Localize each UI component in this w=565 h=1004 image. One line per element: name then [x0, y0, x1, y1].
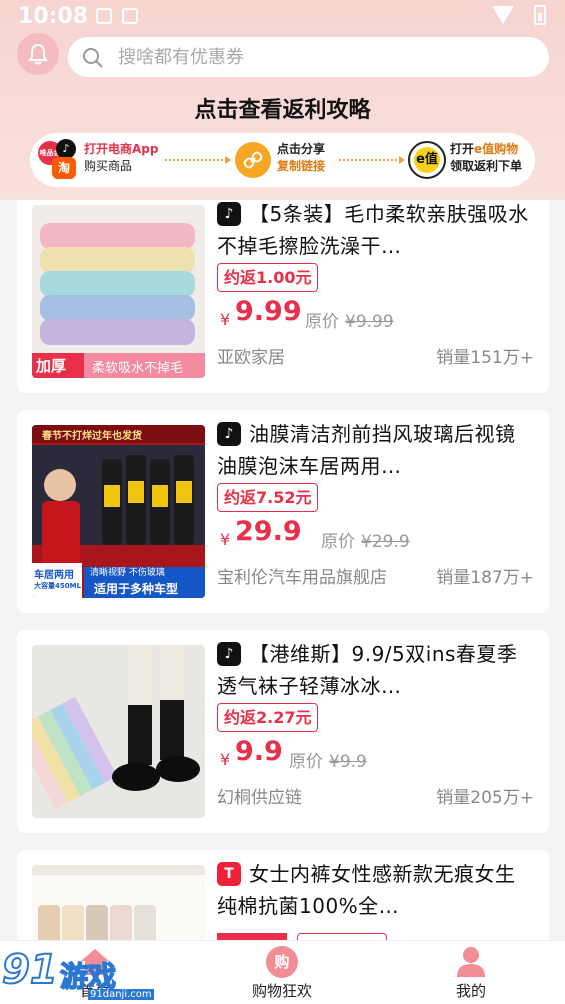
step-arrow	[165, 156, 231, 164]
original-price: 原价 ¥29.9	[321, 532, 410, 552]
step-arrow	[339, 156, 405, 164]
product-card[interactable]: 加厚 柔软吸水不掉毛 ♪ 【5条装】毛巾柔软亲肤强吸水不掉毛擦脸洗澡干… 约返1…	[17, 200, 549, 393]
share-link-icon	[235, 142, 271, 178]
shop-name: 幻桐供应链	[217, 788, 302, 808]
product-image	[32, 645, 205, 818]
guide-step-1: 打开电商App 购买商品	[84, 142, 159, 173]
price-symbol: ¥	[220, 750, 231, 769]
product-image: 加厚 柔软吸水不掉毛	[32, 205, 205, 378]
thumb-tag: 加厚	[36, 357, 67, 375]
a-icon	[122, 8, 138, 24]
search-input[interactable]	[118, 43, 518, 71]
tab-shopping[interactable]: 购 购物狂欢	[222, 941, 342, 1004]
rebate-badge: 约返2.27元	[217, 703, 319, 732]
shop-name: 亚欧家居	[217, 348, 285, 368]
tab-profile[interactable]: 我的	[411, 941, 531, 1004]
product-card[interactable]: T 女士内裤女性感新款无痕女生纯棉抗菌100%全…	[17, 850, 549, 940]
product-price: 29.9	[235, 516, 302, 547]
shopping-apps-icon: 唯品会 ♪ 淘	[38, 139, 80, 181]
message-button[interactable]	[17, 33, 59, 75]
profile-icon	[457, 947, 485, 977]
guide-step-2: 点击分享 复制链接	[277, 142, 326, 173]
price-symbol: ¥	[220, 530, 231, 549]
status-bar: 10:08	[0, 0, 565, 32]
rebate-badge: 约返7.52元	[217, 483, 319, 512]
search-icon	[83, 48, 103, 68]
product-title: 【5条装】毛巾柔软亲肤强吸水不掉毛擦脸洗澡干…	[217, 202, 529, 258]
header: 10:08 点击查看返利攻略 唯品会 ♪ 淘 打开电商App 购买商品	[0, 0, 565, 200]
thumb-tag: 大容量450ML	[34, 582, 82, 590]
product-card[interactable]: 春节不打烊过年也发货 车居两用 大容量450ML 清晰视野 不伤玻璃 适用于多种…	[17, 410, 549, 613]
rebate-guide-bar[interactable]: 唯品会 ♪ 淘 打开电商App 购买商品 点击分享 复制链接 e值 打开e值购物…	[30, 133, 535, 187]
promo-tag	[217, 933, 287, 940]
thumb-tag: 春节不打烊过年也发货	[42, 431, 142, 442]
sales-count: 销量187万+	[436, 568, 534, 588]
ezhi-logo-icon: e值	[408, 141, 446, 179]
product-card[interactable]: ♪ 【港维斯】9.9/5双ins春夏季透气袜子轻薄冰冰… 约返2.27元 ¥ 9…	[17, 630, 549, 833]
thumb-tag: 清晰视野 不伤玻璃	[90, 568, 165, 578]
product-list[interactable]: 加厚 柔软吸水不掉毛 ♪ 【5条装】毛巾柔软亲肤强吸水不掉毛擦脸洗澡干… 约返1…	[0, 200, 565, 940]
original-price: 原价 ¥9.99	[305, 312, 394, 332]
thumb-tag: 车居两用	[34, 570, 74, 581]
product-title: 【港维斯】9.9/5双ins春夏季透气袜子轻薄冰冰…	[217, 642, 518, 698]
rebate-guide-title[interactable]: 点击查看返利攻略	[0, 92, 565, 124]
sales-count: 销量151万+	[436, 348, 534, 368]
watermark-logo: 91 游戏 91danji.com	[1, 946, 154, 1000]
product-price: 9.9	[235, 736, 283, 767]
product-title: 女士内裤女性感新款无痕女生纯棉抗菌100%全…	[217, 862, 516, 918]
product-title: 油膜清洁剂前挡风玻璃后视镜油膜泡沫车居两用…	[217, 422, 516, 478]
shopping-icon: 购	[266, 946, 298, 978]
original-price: 原价 ¥9.9	[289, 752, 367, 772]
rebate-badge: 约返1.00元	[217, 263, 319, 292]
product-image: 春节不打烊过年也发货 车居两用 大容量450ML 清晰视野 不伤玻璃 适用于多种…	[32, 425, 205, 598]
thumb-tag: 柔软吸水不掉毛	[92, 361, 184, 376]
wifi-icon	[492, 6, 514, 24]
search-bar[interactable]	[68, 37, 549, 77]
sales-count: 销量205万+	[436, 788, 534, 808]
thumb-tag: 适用于多种车型	[94, 582, 179, 596]
notification-icon	[96, 8, 112, 24]
shop-name: 宝利伦汽车用品旗舰店	[217, 568, 387, 588]
status-time: 10:08	[18, 4, 89, 29]
rebate-badge	[297, 933, 387, 940]
bell-icon	[28, 43, 48, 65]
product-image	[32, 865, 205, 940]
battery-icon	[534, 5, 546, 25]
guide-step-3: 打开e值购物 领取返利下单	[450, 142, 523, 173]
price-symbol: ¥	[220, 310, 231, 329]
product-price: 9.99	[235, 296, 302, 327]
